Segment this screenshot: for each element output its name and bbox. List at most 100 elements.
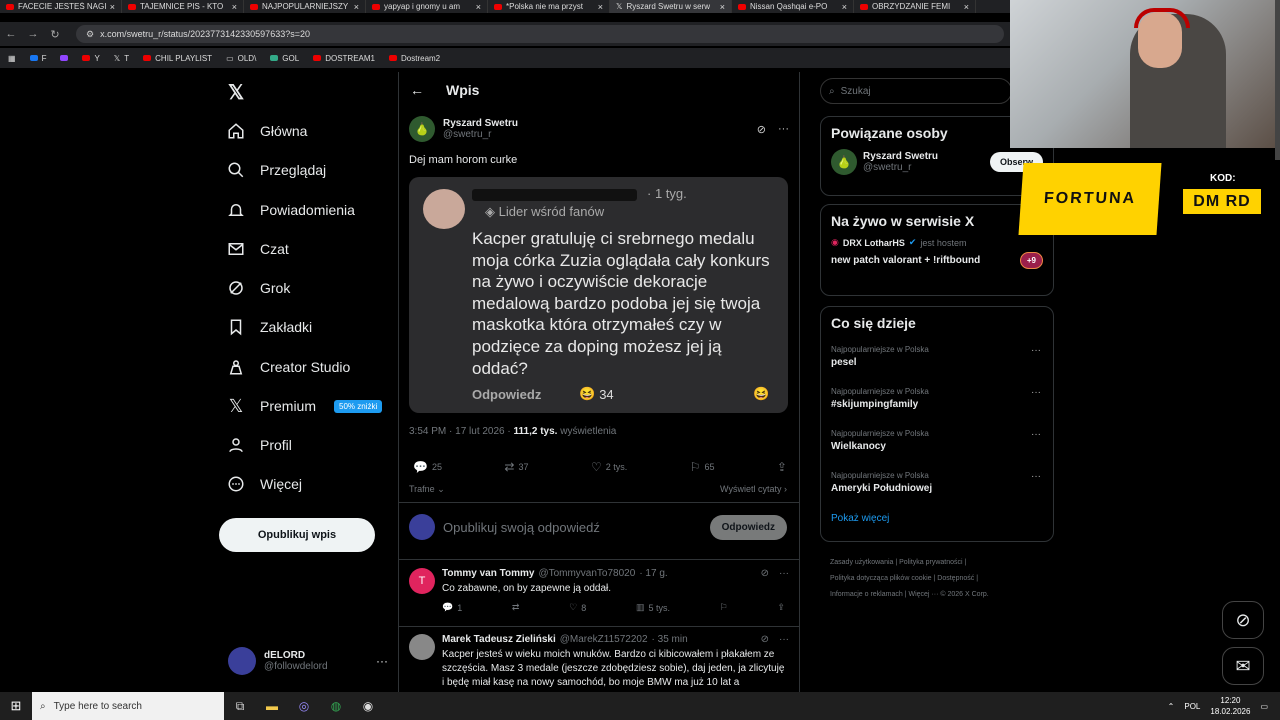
notifications-icon[interactable]: ▭ bbox=[1260, 702, 1268, 711]
bookmark-item[interactable]: Dostream2 bbox=[389, 54, 440, 63]
repost-action[interactable]: ⇄ bbox=[512, 602, 520, 613]
publish-post-button[interactable]: Opublikuj wpis bbox=[219, 518, 375, 552]
reply-input[interactable]: Opublikuj swoją odpowiedź bbox=[443, 520, 600, 535]
browser-tab[interactable]: NAJPOPULARNIEJSZY × bbox=[244, 0, 366, 13]
site-info-icon[interactable]: ⚙ bbox=[86, 29, 94, 40]
share-action[interactable]: ⇪ bbox=[777, 460, 787, 474]
browser-tab[interactable]: yapyap i gnomy u am × bbox=[366, 0, 488, 13]
bookmark-item[interactable]: Y bbox=[82, 54, 100, 63]
browser-tab[interactable]: OBRZYDZANIE FEMI × bbox=[854, 0, 976, 13]
avatar[interactable] bbox=[409, 634, 435, 660]
reload-icon[interactable]: ↻ bbox=[44, 28, 66, 41]
live-host[interactable]: ◉ DRX LotharHS ✔ jest hostem bbox=[821, 237, 1053, 248]
post-image[interactable]: · 1 tyg. ◈ Lider wśród fanów Kacper grat… bbox=[409, 177, 788, 413]
back-arrow-icon[interactable]: ← bbox=[410, 82, 424, 98]
live-stream[interactable]: new patch valorant + !riftbound +9 bbox=[821, 248, 1053, 273]
close-icon[interactable]: × bbox=[598, 2, 603, 12]
more-options-icon[interactable]: ··· bbox=[778, 123, 789, 136]
repost-action[interactable]: ⇄ 37 bbox=[504, 460, 528, 474]
avatar[interactable]: T bbox=[409, 568, 435, 594]
nav-item-home[interactable]: Główna bbox=[226, 121, 307, 141]
close-icon[interactable]: × bbox=[964, 2, 969, 12]
search-input[interactable]: ⌕ Szukaj bbox=[820, 78, 1012, 104]
browser-tab[interactable]: Nissan Qashqai e-PO × bbox=[732, 0, 854, 13]
bookmark-action[interactable]: ⚐ 65 bbox=[690, 460, 715, 474]
grok-fab[interactable]: ⊘ bbox=[1222, 601, 1264, 639]
close-icon[interactable]: × bbox=[354, 2, 359, 12]
reply-item[interactable]: T Tommy van Tommy @TommyvanTo78020 · 17 g.… bbox=[409, 568, 789, 613]
views-action[interactable]: ▥ 5 tys. bbox=[636, 602, 670, 613]
related-person[interactable]: 🍐 Ryszard Swetru @swetru_r Obserw bbox=[821, 149, 1053, 175]
more-options-icon[interactable]: ··· bbox=[1031, 345, 1041, 356]
bookmark-item[interactable] bbox=[60, 55, 69, 61]
avatar[interactable]: 🍐 bbox=[409, 116, 435, 142]
more-options-icon[interactable]: ··· bbox=[779, 634, 789, 645]
tray-expand-icon[interactable]: ⌃ bbox=[1168, 702, 1175, 711]
task-view-icon[interactable]: ⧉ bbox=[224, 692, 256, 720]
like-action[interactable]: ♡ 2 tys. bbox=[591, 460, 627, 474]
more-options-icon[interactable]: ··· bbox=[1031, 471, 1041, 482]
messages-fab[interactable]: ✉ bbox=[1222, 647, 1264, 685]
clock[interactable]: 12:20 18.02.2026 bbox=[1210, 695, 1250, 717]
chrome-icon[interactable]: ◍ bbox=[320, 692, 352, 720]
browser-tab[interactable]: *Polska nie ma przyst × bbox=[488, 0, 610, 13]
bookmark-item[interactable]: GOL bbox=[270, 54, 299, 63]
app-icon[interactable]: ◎ bbox=[288, 692, 320, 720]
url-field[interactable]: ⚙ x.com/swetru_r/status/2023773142330597… bbox=[76, 25, 1004, 43]
close-icon[interactable]: × bbox=[842, 2, 847, 12]
more-options-icon[interactable]: ··· bbox=[1031, 387, 1041, 398]
like-action[interactable]: ♡ 8 bbox=[569, 602, 586, 613]
show-more-link[interactable]: Pokaż więcej bbox=[821, 507, 1053, 534]
browser-tab[interactable]: FACECIE JESTEŚ NAGI × bbox=[0, 0, 122, 13]
bookmark-item[interactable]: F bbox=[29, 54, 46, 63]
reply-action[interactable]: 💬 25 bbox=[413, 460, 442, 474]
forward-icon[interactable]: → bbox=[22, 28, 44, 40]
trend-item[interactable]: Najpopularniejsze w Polska pesel ··· bbox=[821, 339, 1053, 381]
x-logo-icon[interactable]: 𝕏 bbox=[228, 80, 244, 105]
grok-icon[interactable]: ⊘ bbox=[757, 123, 766, 136]
apps-icon[interactable]: ▦ bbox=[8, 54, 16, 63]
avatar[interactable]: 🍐 bbox=[831, 149, 857, 175]
nav-item-explore[interactable]: Przeglądaj bbox=[226, 160, 326, 180]
bookmark-item[interactable]: CHIL PLAYLIST bbox=[143, 54, 212, 63]
nav-item-creator-studio[interactable]: Creator Studio bbox=[226, 357, 350, 377]
nav-item-premium[interactable]: 𝕏 Premium 50% zniżki bbox=[226, 396, 383, 416]
close-icon[interactable]: × bbox=[232, 2, 237, 12]
bookmark-item[interactable]: 𝕏T bbox=[114, 54, 129, 63]
trend-item[interactable]: Najpopularniejsze w Polska #skijumpingfam… bbox=[821, 381, 1053, 423]
close-icon[interactable]: × bbox=[476, 2, 481, 12]
sort-dropdown[interactable]: Trafne ⌄ bbox=[409, 484, 445, 495]
close-icon[interactable]: × bbox=[110, 2, 115, 12]
close-icon[interactable]: × bbox=[720, 2, 725, 12]
more-options-icon[interactable]: ··· bbox=[1031, 429, 1041, 440]
more-options-icon[interactable]: ··· bbox=[376, 654, 388, 668]
trend-item[interactable]: Najpopularniejsze w Polska Wielkanocy ··· bbox=[821, 423, 1053, 465]
grok-icon[interactable]: ⊘ bbox=[761, 568, 769, 579]
trend-item[interactable]: Najpopularniejsze w Polska Ameryki Połudn… bbox=[821, 465, 1053, 507]
account-switcher[interactable]: dELORD @followdelord ··· bbox=[228, 647, 388, 675]
nav-item-chat[interactable]: Czat bbox=[226, 239, 289, 259]
nav-item-notifications[interactable]: Powiadomienia bbox=[226, 200, 355, 220]
live-listeners-pill[interactable]: +9 bbox=[1019, 252, 1043, 269]
share-action[interactable]: ⇪ bbox=[777, 602, 785, 613]
browser-tab[interactable]: TAJEMNICE PIS - KTO × bbox=[122, 0, 244, 13]
reply-item[interactable]: Marek Tadeusz Zieliński @MarekZ11572202 · … bbox=[409, 634, 789, 690]
back-icon[interactable]: ← bbox=[0, 28, 22, 40]
nav-item-bookmarks[interactable]: Zakładki bbox=[226, 317, 312, 337]
bookmark-action[interactable]: ⚐ bbox=[720, 602, 728, 613]
windows-start-icon[interactable]: ⊞ bbox=[0, 698, 32, 714]
taskbar-search[interactable]: ⌕ Type here to search bbox=[32, 692, 224, 720]
nav-item-grok[interactable]: Grok bbox=[226, 278, 290, 298]
more-options-icon[interactable]: ··· bbox=[779, 568, 789, 579]
reply-action[interactable]: 💬 1 bbox=[442, 602, 462, 613]
nav-item-profile[interactable]: Profil bbox=[226, 435, 292, 455]
nav-item-more[interactable]: Więcej bbox=[226, 474, 302, 494]
view-quotes-link[interactable]: Wyświetl cytaty › bbox=[720, 484, 787, 495]
browser-tab-active[interactable]: 𝕏 Ryszard Swetru w serw × bbox=[610, 0, 732, 13]
bookmark-item[interactable]: DOSTREAM1 bbox=[313, 54, 375, 63]
grok-icon[interactable]: ⊘ bbox=[761, 634, 769, 645]
scrollbar[interactable] bbox=[1275, 0, 1280, 160]
file-explorer-icon[interactable]: ▬ bbox=[256, 692, 288, 720]
obs-icon[interactable]: ◉ bbox=[352, 692, 384, 720]
reply-submit-button[interactable]: Odpowiedz bbox=[709, 514, 787, 540]
